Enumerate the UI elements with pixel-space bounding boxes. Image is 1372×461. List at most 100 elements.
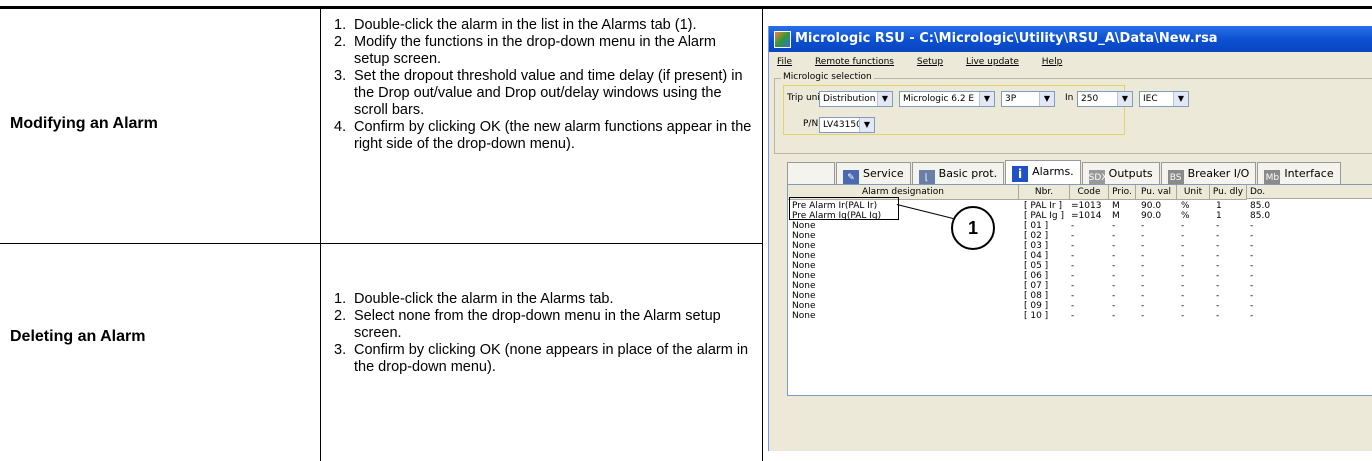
alarm-cell-unit: - (1181, 241, 1185, 251)
alarm-cell-name: None (792, 251, 816, 261)
alarm-cell-code: - (1071, 241, 1075, 251)
table-column-divider (320, 9, 321, 461)
alarm-cell-do: - (1250, 261, 1254, 271)
alarm-cell-nbr: [ 06 ] (1024, 271, 1049, 281)
alarm-cell-unit: % (1181, 201, 1190, 211)
alarm-cell-nbr: [ 02 ] (1024, 231, 1049, 241)
chevron-down-icon: ▼ (1117, 92, 1132, 106)
col-unit[interactable]: Unit (1177, 185, 1210, 200)
alarm-cell-nbr: [ PAL Ig ] (1024, 211, 1064, 221)
poles-value: 3P (1005, 94, 1017, 104)
alarm-cell-name: None (792, 261, 816, 271)
menu-live-update[interactable]: Live update (966, 54, 1019, 70)
alarm-cell-prio: - (1112, 301, 1116, 311)
alarm-cell-nbr: [ 09 ] (1024, 301, 1049, 311)
alarm-cell-do: - (1250, 251, 1254, 261)
alarm-cell-do: - (1250, 221, 1254, 231)
step-text: Double-click the alarm in the Alarms tab… (354, 291, 614, 307)
alarm-cell-do: 85.0 (1250, 211, 1271, 221)
col-nbr[interactable]: Nbr. (1019, 185, 1070, 200)
step-text: Confirm by clicking OK (none appears in … (354, 342, 749, 375)
alarm-cell-dly: - (1216, 231, 1220, 241)
tab-alarms[interactable]: i Alarms. (1005, 160, 1081, 185)
step-text: Confirm by clicking OK (the new alarm fu… (354, 119, 752, 152)
alarm-cell-code: - (1071, 311, 1075, 321)
tab-label: Service (863, 167, 904, 180)
alarm-cell-dly: 1 (1216, 201, 1222, 211)
menubar: File Remote functions Setup Live update … (769, 54, 1372, 70)
menu-help[interactable]: Help (1042, 54, 1063, 70)
row-title-modifying: Modifying an Alarm (10, 115, 158, 132)
micrologic-selection-group: Micrologic selection Trip unit Distribut… (774, 72, 1372, 154)
pn-select[interactable]: LV431506 ▼ (819, 117, 875, 133)
alarm-cell-do: - (1250, 291, 1254, 301)
alarm-cell-dly: - (1216, 281, 1220, 291)
alarm-cell-name: None (792, 291, 816, 301)
trip-unit-label: Trip unit (787, 93, 824, 103)
alarm-cell-nbr: [ 08 ] (1024, 291, 1049, 301)
step-number: 1. (334, 17, 347, 33)
alarm-cell-prio: - (1112, 311, 1116, 321)
col-pu-val[interactable]: Pu. val (1136, 185, 1177, 200)
alarm-cell-code: =1013 (1071, 201, 1102, 211)
step-text: Select none from the drop-down menu in t… (354, 308, 721, 341)
alarm-cell-name: None (792, 301, 816, 311)
col-code[interactable]: Code (1070, 185, 1109, 200)
alarm-cell-dly: - (1216, 251, 1220, 261)
alarm-cell-code: - (1071, 301, 1075, 311)
app-icon (774, 31, 791, 48)
alarm-cell-val: 90.0 (1141, 201, 1162, 211)
tab-service[interactable]: ✎ Service (836, 162, 911, 186)
trip-unit-value: Distribution (823, 94, 876, 104)
alarm-cell-val: - (1141, 231, 1145, 241)
trip-unit-select[interactable]: Distribution ▼ (819, 91, 893, 107)
menu-setup[interactable]: Setup (917, 54, 943, 70)
tab-label: Breaker I/O (1187, 167, 1250, 180)
menu-remote-functions[interactable]: Remote functions (815, 54, 894, 70)
tab-label: Outputs (1108, 167, 1153, 180)
col-pu-dly[interactable]: Pu. dly (1210, 185, 1247, 200)
alarm-cell-code: - (1071, 261, 1075, 271)
col-prio[interactable]: Prio. (1109, 185, 1136, 200)
window-titlebar: Micrologic RSU - C:\Micrologic\Utility\R… (769, 26, 1372, 52)
alarm-cell-dly: - (1216, 241, 1220, 251)
step-item: 3. Set the dropout threshold value and ti… (334, 68, 754, 119)
tab-label: Interface (1284, 167, 1334, 180)
in-select[interactable]: 250 ▼ (1077, 91, 1133, 107)
in-value: 250 (1081, 94, 1099, 104)
alarm-cell-name: None (792, 311, 816, 321)
tab-interface[interactable]: Mb Interface (1257, 162, 1341, 186)
alarm-cell-val: - (1141, 291, 1145, 301)
alarm-cell-dly: - (1216, 261, 1220, 271)
alarm-cell-code: - (1071, 271, 1075, 281)
poles-select[interactable]: 3P ▼ (1001, 91, 1055, 107)
col-do[interactable]: Do. (1247, 185, 1372, 199)
alarm-cell-code: - (1071, 291, 1075, 301)
tab-breaker-io[interactable]: BS Breaker I/O (1160, 162, 1257, 186)
alarm-cell-unit: - (1181, 301, 1185, 311)
window-title: Micrologic RSU - C:\Micrologic\Utility\R… (795, 31, 1218, 46)
model-value: Micrologic 6.2 E (903, 94, 975, 104)
alarm-cell-dly: - (1216, 301, 1220, 311)
step-item: 1. Double-click the alarm in the Alarms t… (334, 291, 754, 308)
step-number: 3. (334, 68, 347, 84)
menu-file[interactable]: File (777, 54, 792, 70)
alarm-cell-code: - (1071, 251, 1075, 261)
alarm-cell-unit: - (1181, 311, 1185, 321)
alarm-cell-prio: - (1112, 261, 1116, 271)
model-select[interactable]: Micrologic 6.2 E ▼ (899, 91, 995, 107)
tab-label: Alarms. (1032, 165, 1074, 178)
tab-basic-prot[interactable]: ⌊ Basic prot. (911, 162, 1005, 186)
alarm-cell-do: 85.0 (1250, 201, 1271, 211)
alarm-cell-dly: - (1216, 291, 1220, 301)
steps-deleting: 1. Double-click the alarm in the Alarms t… (334, 291, 754, 376)
alarm-cell-code: =1014 (1071, 211, 1102, 221)
rsu-window-screenshot: Micrologic RSU - C:\Micrologic\Utility\R… (768, 26, 1372, 451)
alarm-cell-name: None (792, 271, 816, 281)
alarm-cell-nbr: [ 07 ] (1024, 281, 1049, 291)
alarm-cell-val: - (1141, 221, 1145, 231)
standard-select[interactable]: IEC ▼ (1139, 91, 1189, 107)
standard-value: IEC (1143, 94, 1158, 104)
alarm-cell-do: - (1250, 281, 1254, 291)
tab-outputs[interactable]: SDXOutputs (1081, 162, 1160, 186)
